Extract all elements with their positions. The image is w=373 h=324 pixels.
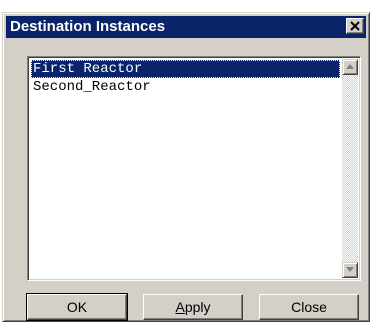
instances-listbox[interactable]: First Reactor Second_Reactor [27, 56, 361, 281]
destination-instances-dialog: Destination Instances First Reactor Seco… [2, 12, 370, 322]
close-button-label: Close [291, 299, 327, 315]
title-bar[interactable]: Destination Instances [6, 16, 366, 38]
close-x-icon [350, 21, 360, 31]
ok-button[interactable]: OK [26, 293, 128, 321]
scroll-up-button[interactable] [342, 59, 358, 75]
window-title: Destination Instances [10, 18, 166, 35]
close-window-button[interactable] [346, 18, 364, 34]
apply-button-mnemonic: A [175, 299, 185, 315]
scroll-down-button[interactable] [342, 262, 358, 278]
arrow-down-icon [346, 267, 354, 272]
arrow-up-icon [346, 64, 354, 69]
list-item-second-reactor[interactable]: Second_Reactor [31, 78, 340, 96]
instances-list: First Reactor Second_Reactor [31, 60, 340, 96]
vertical-scrollbar[interactable] [342, 59, 358, 278]
close-button[interactable]: Close [259, 294, 359, 320]
list-item-first-reactor[interactable]: First Reactor [31, 60, 340, 78]
apply-button[interactable]: Apply [143, 294, 243, 320]
ok-button-label: OK [66, 299, 88, 315]
apply-button-label: pply [184, 299, 211, 315]
